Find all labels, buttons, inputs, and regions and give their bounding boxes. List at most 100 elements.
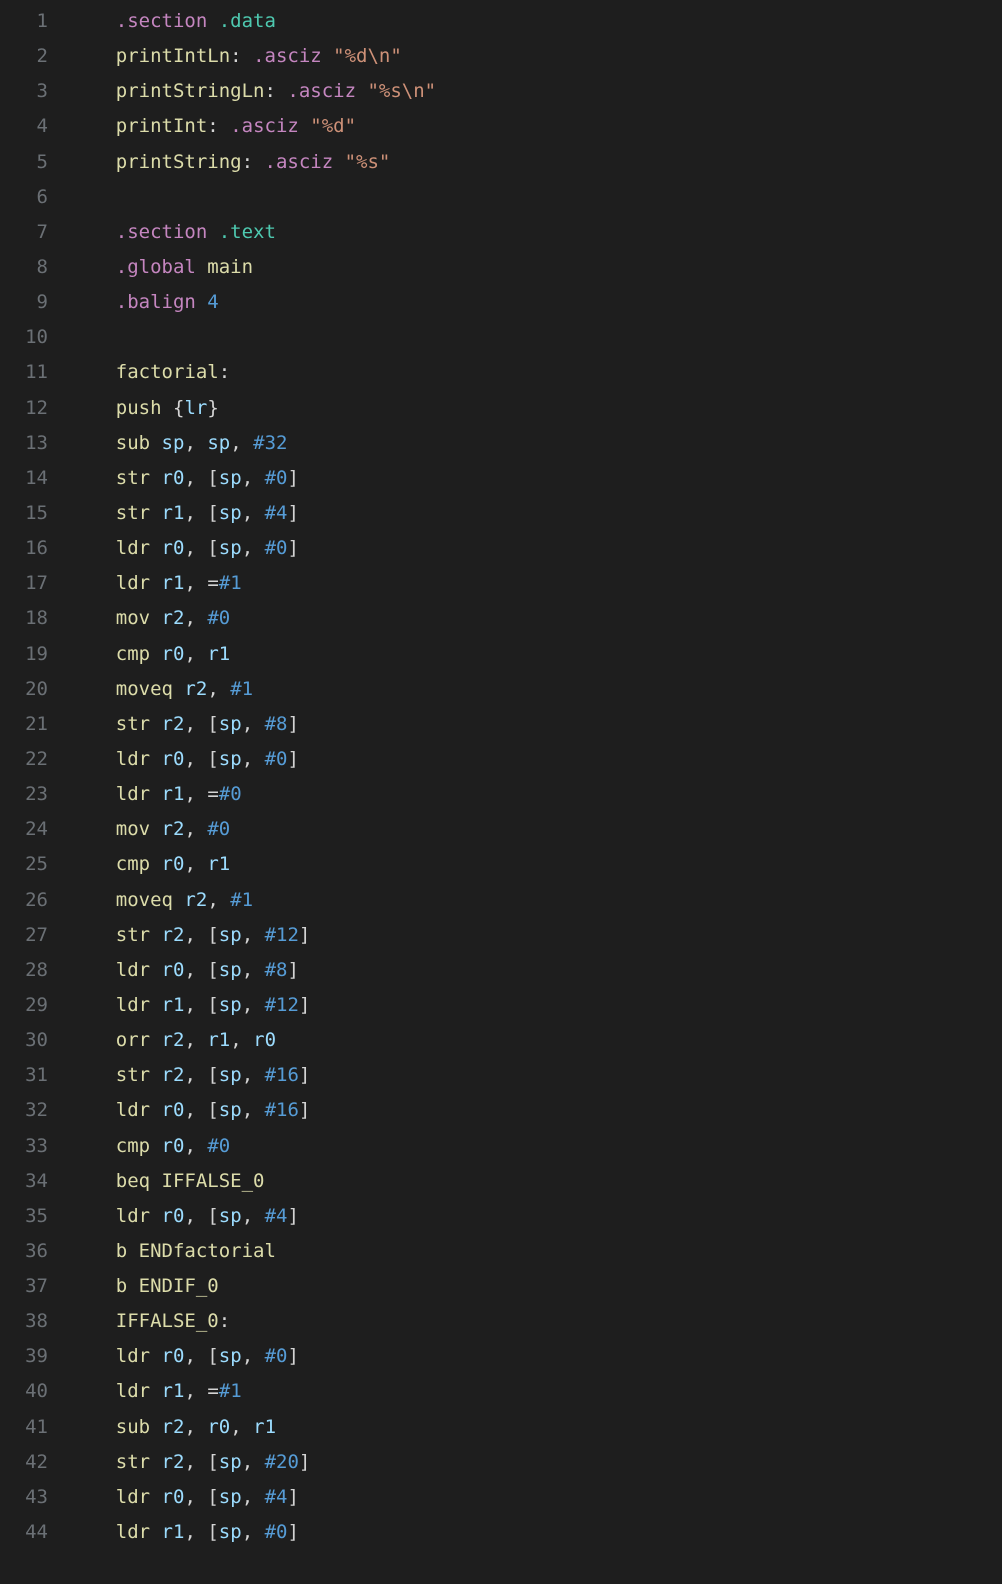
token-punc: ] — [287, 1205, 298, 1227]
token-label: printInt — [116, 115, 208, 137]
code-line[interactable]: str r2, [sp, #12] — [70, 918, 992, 953]
code-editor: 1234567891011121314151617181920212223242… — [0, 0, 1002, 1570]
token-punc: [ — [207, 502, 218, 524]
token-punc: , — [184, 572, 195, 594]
token-reg: r0 — [207, 1416, 230, 1438]
token-punc: : — [207, 115, 218, 137]
code-line[interactable]: b ENDfactorial — [70, 1234, 992, 1269]
token-mn: mov — [116, 607, 150, 629]
code-line[interactable]: .section .data — [70, 4, 992, 39]
token-mn: cmp — [116, 853, 150, 875]
line-number: 3 — [12, 74, 48, 109]
code-line[interactable]: cmp r0, r1 — [70, 637, 992, 672]
token-reg: r0 — [253, 1029, 276, 1051]
token-punc: , — [184, 818, 195, 840]
code-line[interactable]: push {lr} — [70, 391, 992, 426]
token-reg: sp — [219, 502, 242, 524]
code-line[interactable]: printStringLn: .asciz "%s\n" — [70, 74, 992, 109]
token-punc: [ — [207, 1345, 218, 1367]
token-reg: r0 — [162, 643, 185, 665]
token-num: #4 — [265, 1205, 288, 1227]
code-line[interactable]: factorial: — [70, 355, 992, 390]
code-line[interactable]: str r2, [sp, #8] — [70, 707, 992, 742]
code-line[interactable]: printIntLn: .asciz "%d\n" — [70, 39, 992, 74]
token-punc: , — [184, 1135, 195, 1157]
token-dir: .asciz — [287, 80, 356, 102]
token-punc: , — [184, 467, 195, 489]
code-line[interactable]: orr r2, r1, r0 — [70, 1023, 992, 1058]
code-line[interactable]: ldr r1, =#0 — [70, 777, 992, 812]
token-dir: .asciz — [230, 115, 299, 137]
token-kw: .global — [116, 256, 196, 278]
code-line[interactable]: sub sp, sp, #32 — [70, 426, 992, 461]
code-line[interactable]: ldr r1, [sp, #12] — [70, 988, 992, 1023]
code-line[interactable]: IFFALSE_0: — [70, 1304, 992, 1339]
code-line[interactable]: .section .text — [70, 215, 992, 250]
token-reg: r0 — [162, 1345, 185, 1367]
token-punc: ] — [299, 1064, 310, 1086]
code-line[interactable]: ldr r1, =#1 — [70, 1374, 992, 1409]
code-line[interactable] — [70, 180, 992, 215]
code-line[interactable]: ldr r0, [sp, #0] — [70, 531, 992, 566]
code-line[interactable] — [70, 320, 992, 355]
line-number: 26 — [12, 883, 48, 918]
code-line[interactable]: ldr r1, =#1 — [70, 566, 992, 601]
code-line[interactable]: beq IFFALSE_0 — [70, 1164, 992, 1199]
token-kw: .section — [116, 221, 208, 243]
line-number: 4 — [12, 109, 48, 144]
code-line[interactable]: ldr r0, [sp, #0] — [70, 1339, 992, 1374]
code-line[interactable]: ldr r0, [sp, #4] — [70, 1199, 992, 1234]
token-punc: , — [184, 1380, 195, 1402]
token-num: #0 — [265, 467, 288, 489]
token-sec: .data — [219, 10, 276, 32]
code-line[interactable]: moveq r2, #1 — [70, 672, 992, 707]
token-mn: mov — [116, 818, 150, 840]
token-reg: r2 — [184, 889, 207, 911]
code-line[interactable]: sub r2, r0, r1 — [70, 1410, 992, 1445]
line-number: 13 — [12, 426, 48, 461]
token-mn: str — [116, 713, 150, 735]
code-line[interactable]: moveq r2, #1 — [70, 883, 992, 918]
token-reg: lr — [184, 397, 207, 419]
code-line[interactable]: ldr r0, [sp, #16] — [70, 1093, 992, 1128]
line-number: 12 — [12, 391, 48, 426]
code-line[interactable]: ldr r0, [sp, #8] — [70, 953, 992, 988]
code-line[interactable]: cmp r0, r1 — [70, 847, 992, 882]
token-punc: ] — [287, 537, 298, 559]
token-reg: r0 — [162, 959, 185, 981]
line-number: 14 — [12, 461, 48, 496]
code-line[interactable]: str r2, [sp, #16] — [70, 1058, 992, 1093]
token-punc: , — [242, 1064, 253, 1086]
code-line[interactable]: .global main — [70, 250, 992, 285]
code-line[interactable]: str r1, [sp, #4] — [70, 496, 992, 531]
line-number: 8 — [12, 250, 48, 285]
code-line[interactable]: b ENDIF_0 — [70, 1269, 992, 1304]
code-line[interactable]: printString: .asciz "%s" — [70, 145, 992, 180]
token-num: #8 — [265, 713, 288, 735]
code-line[interactable]: ldr r0, [sp, #0] — [70, 742, 992, 777]
line-number: 21 — [12, 707, 48, 742]
token-str: "%s\n" — [367, 80, 436, 102]
token-num: #4 — [265, 1486, 288, 1508]
code-area[interactable]: .section .data printIntLn: .asciz "%d\n"… — [70, 4, 1002, 1550]
token-num: #20 — [265, 1451, 299, 1473]
code-line[interactable]: mov r2, #0 — [70, 812, 992, 847]
token-num: #0 — [265, 1345, 288, 1367]
token-reg: r1 — [162, 502, 185, 524]
token-mn: ldr — [116, 748, 150, 770]
code-line[interactable]: mov r2, #0 — [70, 601, 992, 636]
code-line[interactable]: str r0, [sp, #0] — [70, 461, 992, 496]
token-punc: , — [242, 467, 253, 489]
code-line[interactable]: printInt: .asciz "%d" — [70, 109, 992, 144]
token-label: ENDIF_0 — [139, 1275, 219, 1297]
code-line[interactable]: ldr r0, [sp, #4] — [70, 1480, 992, 1515]
code-line[interactable]: ldr r1, [sp, #0] — [70, 1515, 992, 1550]
token-punc: [ — [207, 467, 218, 489]
code-line[interactable]: str r2, [sp, #20] — [70, 1445, 992, 1480]
line-number: 37 — [12, 1269, 48, 1304]
token-punc: , — [242, 1099, 253, 1121]
code-line[interactable]: .balign 4 — [70, 285, 992, 320]
token-mn: str — [116, 467, 150, 489]
token-num: #12 — [265, 924, 299, 946]
code-line[interactable]: cmp r0, #0 — [70, 1129, 992, 1164]
